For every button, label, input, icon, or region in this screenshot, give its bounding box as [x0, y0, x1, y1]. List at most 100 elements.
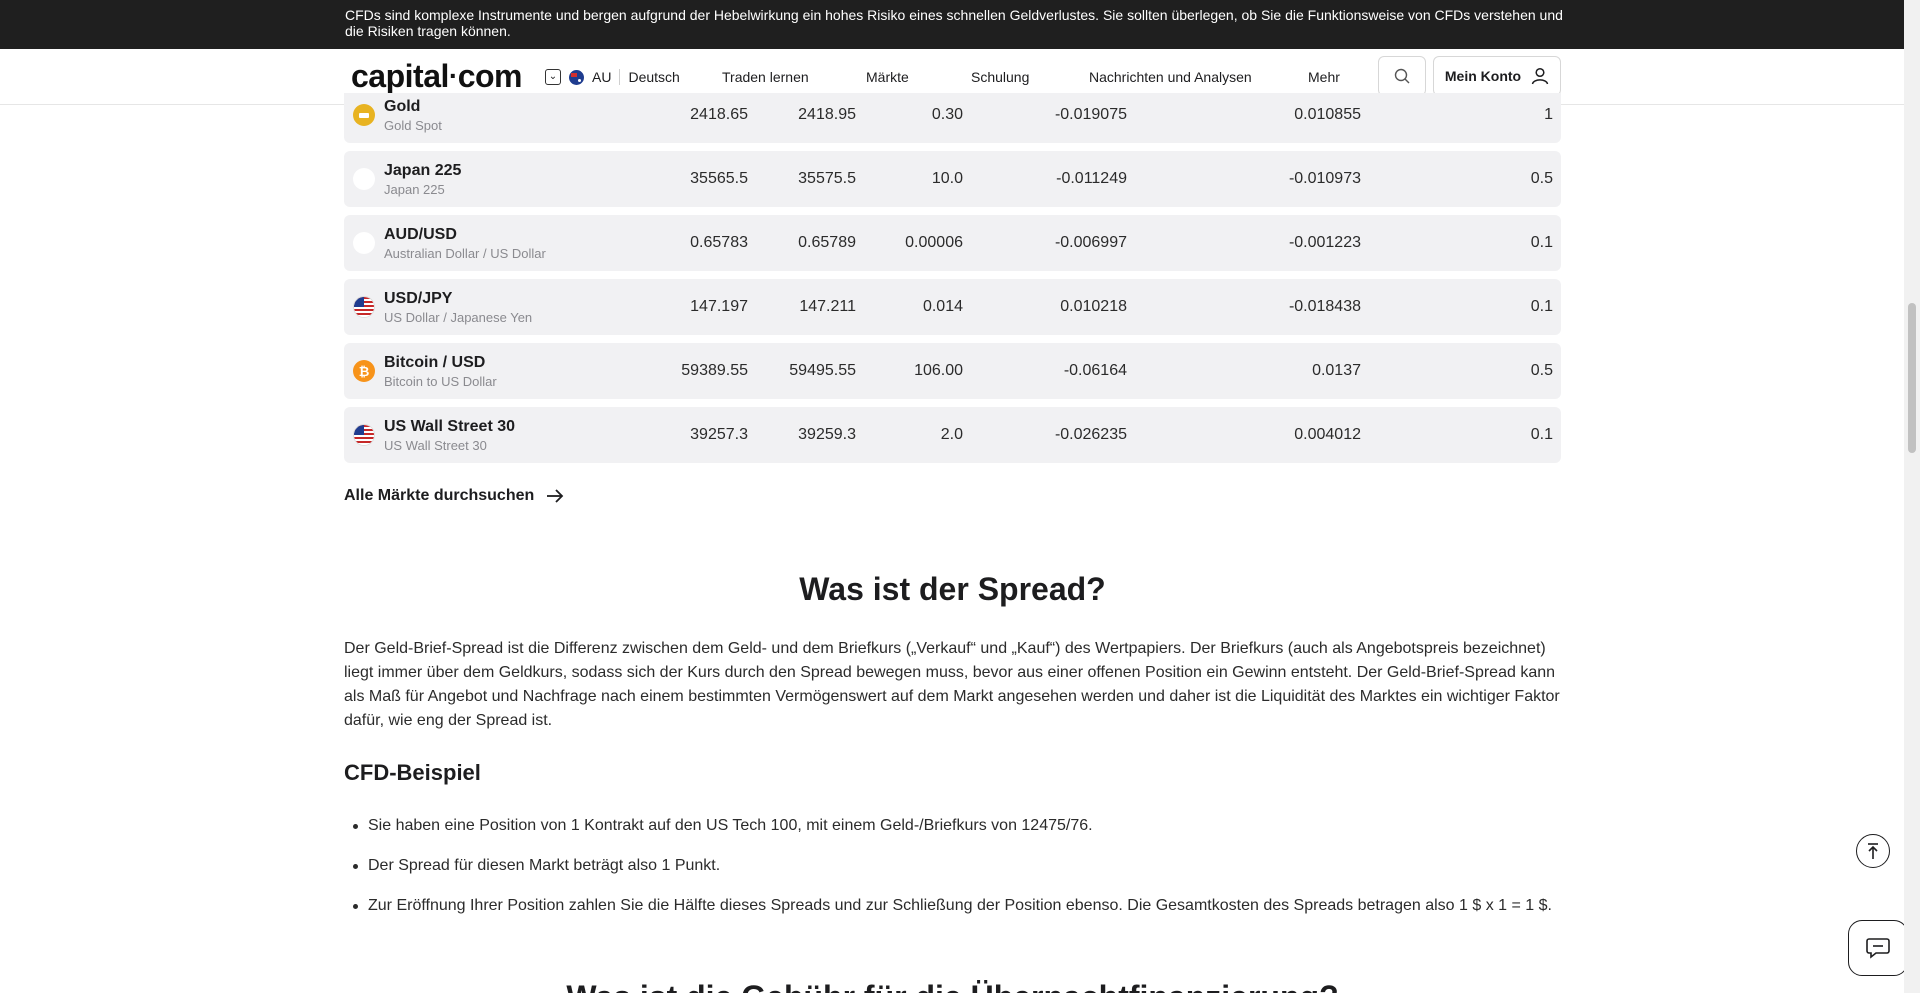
- spread-value: 106.00: [914, 362, 963, 379]
- capital-c-icon: C: [353, 232, 375, 254]
- table-row[interactable]: US Wall Street 30 US Wall Street 30 3925…: [344, 407, 1561, 463]
- list-item: Zur Eröffnung Ihrer Position zahlen Sie …: [344, 894, 1561, 918]
- min-trade-size: 0.5: [1530, 170, 1553, 187]
- nav-nachrichten-und-analysen[interactable]: Nachrichten und Analysen: [1089, 66, 1252, 88]
- buy-price: 2418.95: [798, 106, 856, 123]
- instrument-name: Japan 225: [384, 162, 462, 179]
- cfd-example-list: Sie haben eine Position von 1 Kontrakt a…: [344, 814, 1561, 934]
- table-row[interactable]: C Japan 225 Japan 225 35565.5 35575.5 10…: [344, 151, 1561, 207]
- gold-bar-icon: [353, 104, 375, 126]
- overnight-fee-short: 0.004012: [1294, 426, 1361, 443]
- arrow-up-icon: [1868, 843, 1878, 859]
- sell-price: 35565.5: [690, 170, 748, 187]
- instrument-description: Gold Spot: [384, 118, 442, 133]
- buy-price: 35575.5: [798, 170, 856, 187]
- sell-price: 0.65783: [690, 234, 748, 251]
- instrument-description: US Dollar / Japanese Yen: [384, 310, 533, 325]
- logo-text: capital: [351, 58, 449, 94]
- capital-c-icon: C: [353, 168, 375, 190]
- bitcoin-icon: ₿: [353, 360, 375, 382]
- language-label: Deutsch: [628, 69, 680, 85]
- overnight-fee-long: -0.026235: [1054, 426, 1127, 443]
- list-item: Der Spread für diesen Markt beträgt also…: [344, 854, 1561, 878]
- markets-table: Gold Gold Spot 2418.65 2418.95 0.30 -0.0…: [344, 93, 1561, 471]
- instrument-name: Bitcoin / USD: [384, 354, 486, 371]
- instrument-description: US Wall Street 30: [384, 438, 487, 453]
- spread-value: 10.0: [931, 170, 963, 187]
- account-label: Mein Konto: [1444, 68, 1522, 84]
- logo-suffix: com: [457, 58, 523, 94]
- instrument-description: Bitcoin to US Dollar: [384, 374, 497, 389]
- risk-warning-text: CFDs sind komplexe Instrumente und berge…: [345, 7, 1563, 39]
- instrument-name: USD/JPY: [384, 290, 453, 307]
- next-section-title: Was ist die Gebühr für die Übernachtfina…: [344, 977, 1561, 993]
- logo-dot: ·: [448, 60, 458, 91]
- instrument-name: US Wall Street 30: [384, 418, 516, 435]
- my-account-button[interactable]: Mein Konto: [1433, 56, 1561, 96]
- user-icon: [1531, 67, 1549, 85]
- min-trade-size: 0.1: [1530, 426, 1553, 443]
- page-scrollbar[interactable]: [1904, 0, 1920, 993]
- overnight-fee-long: -0.06164: [1063, 362, 1127, 379]
- nav-schulung[interactable]: Schulung: [971, 66, 1029, 88]
- min-trade-size: 0.1: [1530, 298, 1553, 315]
- table-row[interactable]: ₿ Bitcoin / USD Bitcoin to US Dollar 593…: [344, 343, 1561, 399]
- chevron-down-icon: ⌄: [545, 69, 561, 85]
- spread-value: 2.0: [940, 426, 963, 443]
- chat-icon: [1866, 938, 1890, 959]
- sell-price: 39257.3: [690, 426, 748, 443]
- australia-flag-icon: [569, 69, 584, 85]
- instrument-name: Gold: [384, 98, 421, 115]
- table-row[interactable]: Gold Gold Spot 2418.65 2418.95 0.30 -0.0…: [344, 93, 1561, 143]
- buy-price: 147.211: [799, 298, 856, 315]
- overnight-fee-short: -0.010973: [1288, 170, 1361, 187]
- overnight-fee-short: 0.0137: [1312, 362, 1361, 379]
- search-button[interactable]: [1378, 56, 1426, 96]
- overnight-fee-short: -0.018438: [1288, 298, 1361, 315]
- list-item: Sie haben eine Position von 1 Kontrakt a…: [344, 814, 1561, 838]
- region-code: AU: [592, 69, 612, 85]
- capital-com-logo[interactable]: capital·com: [351, 58, 523, 96]
- section-title: Was ist der Spread?: [799, 571, 1106, 607]
- us-flag-icon: [353, 296, 375, 318]
- cfd-example-heading: CFD-Beispiel: [344, 760, 481, 785]
- instrument-name: AUD/USD: [384, 226, 457, 243]
- instrument-description: Australian Dollar / US Dollar: [384, 246, 546, 261]
- overnight-fee-short: -0.001223: [1288, 234, 1361, 251]
- sell-price: 59389.55: [681, 362, 748, 379]
- buy-price: 59495.55: [789, 362, 856, 379]
- scroll-to-top-button[interactable]: [1856, 834, 1890, 868]
- sell-price: 147.197: [690, 298, 748, 315]
- table-row[interactable]: USD/JPY US Dollar / Japanese Yen 147.197…: [344, 279, 1561, 335]
- us-flag-icon: [353, 424, 375, 446]
- nav-traden-lernen[interactable]: Traden lernen: [722, 66, 809, 88]
- spread-value: 0.30: [931, 106, 963, 123]
- nav-maerkte[interactable]: Märkte: [866, 66, 909, 88]
- nav-mehr[interactable]: Mehr: [1308, 66, 1340, 88]
- min-trade-size: 0.1: [1530, 234, 1553, 251]
- overnight-fee-long: -0.006997: [1054, 234, 1127, 251]
- min-trade-size: 0.5: [1530, 362, 1553, 379]
- region-divider: [619, 69, 621, 85]
- page: CFDs sind komplexe Instrumente und berge…: [0, 0, 1920, 993]
- table-row[interactable]: C AUD/USD Australian Dollar / US Dollar …: [344, 215, 1561, 271]
- risk-warning-banner: CFDs sind komplexe Instrumente und berge…: [0, 0, 1904, 49]
- buy-price: 0.65789: [798, 234, 856, 251]
- overnight-fee-long: 0.010218: [1060, 298, 1127, 315]
- spread-value: 0.00006: [905, 234, 963, 251]
- instrument-description: Japan 225: [384, 182, 445, 197]
- scrollbar-thumb[interactable]: [1908, 303, 1916, 453]
- overnight-fee-long: -0.011249: [1056, 170, 1127, 187]
- sell-price: 2418.65: [690, 106, 748, 123]
- chat-button[interactable]: [1848, 920, 1908, 976]
- min-trade-size: 1: [1544, 106, 1553, 123]
- buy-price: 39259.3: [798, 426, 856, 443]
- overnight-fee-long: -0.019075: [1054, 106, 1127, 123]
- all-markets-label: Alle Märkte durchsuchen: [344, 487, 535, 504]
- all-markets-link[interactable]: Alle Märkte durchsuchen: [344, 487, 564, 505]
- spread-intro-paragraph: Der Geld-Brief-Spread ist die Differenz …: [344, 640, 1560, 729]
- search-icon: [1394, 68, 1410, 84]
- overnight-fee-short: 0.010855: [1294, 106, 1361, 123]
- spread-value: 0.014: [922, 298, 963, 315]
- region-language-selector[interactable]: ⌄ AU Deutsch: [545, 66, 680, 88]
